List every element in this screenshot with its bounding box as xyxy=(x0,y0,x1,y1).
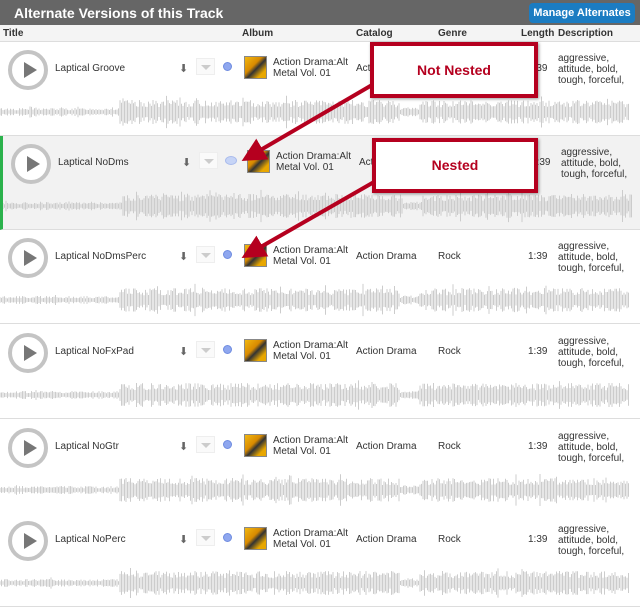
track-row[interactable]: Laptical NoFxPad ⬇ Action Drama:Alt Meta… xyxy=(0,325,640,419)
column-length[interactable]: Length xyxy=(521,28,554,39)
genre: Rock xyxy=(438,441,461,452)
version-indicator-icon[interactable] xyxy=(223,533,232,542)
description: aggressive, attitude, bold, tough, force… xyxy=(558,53,625,86)
callout-not-nested: Not Nested xyxy=(370,42,538,98)
track-row[interactable]: Laptical Groove ⬇ Action Drama:Alt Metal… xyxy=(0,42,640,136)
column-title[interactable]: Title xyxy=(3,28,23,39)
options-dropdown[interactable] xyxy=(196,341,215,358)
waveform[interactable] xyxy=(0,565,638,601)
panel-header: Alternate Versions of this Track Manage … xyxy=(0,0,640,25)
waveform[interactable] xyxy=(3,188,640,224)
track-length: 1:39 xyxy=(528,251,548,262)
track-length: 1:39 xyxy=(528,534,548,545)
catalog-name[interactable]: Action Drama xyxy=(356,251,417,262)
album-art xyxy=(244,527,267,550)
column-headers: Title Album Catalog Genre Length Descrip… xyxy=(0,25,640,42)
genre: Rock xyxy=(438,534,461,545)
track-title[interactable]: Laptical NoDms xyxy=(58,157,129,168)
options-dropdown[interactable] xyxy=(196,436,215,453)
options-dropdown[interactable] xyxy=(196,529,215,546)
column-album[interactable]: Album xyxy=(242,28,273,39)
track-length: 1:39 xyxy=(528,441,548,452)
download-icon[interactable]: ⬇ xyxy=(179,62,188,75)
version-indicator-icon[interactable] xyxy=(223,345,232,354)
download-icon[interactable]: ⬇ xyxy=(179,440,188,453)
version-indicator-icon[interactable] xyxy=(223,62,232,71)
album-art xyxy=(247,150,270,173)
album-name[interactable]: Action Drama:Alt Metal Vol. 01 xyxy=(273,528,355,550)
track-title[interactable]: Laptical NoFxPad xyxy=(55,346,134,357)
track-length: 1:39 xyxy=(528,346,548,357)
column-description[interactable]: Description xyxy=(558,28,613,39)
version-indicator-icon[interactable] xyxy=(223,440,232,449)
options-dropdown[interactable] xyxy=(196,58,215,75)
download-icon[interactable]: ⬇ xyxy=(182,156,191,169)
catalog-name[interactable]: Action Drama xyxy=(356,441,417,452)
manage-alternates-button[interactable]: Manage Alternates xyxy=(529,3,635,23)
track-title[interactable]: Laptical NoGtr xyxy=(55,441,119,452)
album-name[interactable]: Action Drama:Alt Metal Vol. 01 xyxy=(273,57,355,79)
nested-indicator-icon[interactable] xyxy=(225,156,237,165)
download-icon[interactable]: ⬇ xyxy=(179,533,188,546)
album-name[interactable]: Action Drama:Alt Metal Vol. 01 xyxy=(273,435,355,457)
description: aggressive, attitude, bold, tough, force… xyxy=(561,147,628,180)
description: aggressive, attitude, bold, tough, force… xyxy=(558,241,625,274)
track-row[interactable]: Laptical NoPerc ⬇ Action Drama:Alt Metal… xyxy=(0,513,640,607)
waveform[interactable] xyxy=(0,472,638,508)
panel-title: Alternate Versions of this Track xyxy=(14,5,224,21)
album-art xyxy=(244,339,267,362)
callout-nested: Nested xyxy=(372,138,538,193)
play-button[interactable] xyxy=(8,50,48,90)
download-icon[interactable]: ⬇ xyxy=(179,345,188,358)
column-catalog[interactable]: Catalog xyxy=(356,28,393,39)
track-title[interactable]: Laptical Groove xyxy=(55,63,125,74)
album-art xyxy=(244,434,267,457)
version-indicator-icon[interactable] xyxy=(223,250,232,259)
track-row[interactable]: Laptical NoDmsPerc ⬇ Action Drama:Alt Me… xyxy=(0,230,640,324)
play-button[interactable] xyxy=(8,521,48,561)
catalog-name[interactable]: Action Drama xyxy=(356,346,417,357)
album-art xyxy=(244,56,267,79)
genre: Rock xyxy=(438,346,461,357)
description: aggressive, attitude, bold, tough, force… xyxy=(558,336,625,369)
options-dropdown[interactable] xyxy=(199,152,218,169)
options-dropdown[interactable] xyxy=(196,246,215,263)
play-button[interactable] xyxy=(8,238,48,278)
track-title[interactable]: Laptical NoPerc xyxy=(55,534,126,545)
waveform[interactable] xyxy=(0,377,638,413)
track-row[interactable]: Laptical NoGtr ⬇ Action Drama:Alt Metal … xyxy=(0,420,640,514)
waveform[interactable] xyxy=(0,94,638,130)
column-genre[interactable]: Genre xyxy=(438,28,467,39)
play-button[interactable] xyxy=(8,333,48,373)
genre: Rock xyxy=(438,251,461,262)
album-name[interactable]: Action Drama:Alt Metal Vol. 01 xyxy=(273,245,355,267)
track-title[interactable]: Laptical NoDmsPerc xyxy=(55,251,146,262)
album-name[interactable]: Action Drama:Alt Metal Vol. 01 xyxy=(276,151,358,173)
album-name[interactable]: Action Drama:Alt Metal Vol. 01 xyxy=(273,340,355,362)
play-button[interactable] xyxy=(8,428,48,468)
album-art xyxy=(244,244,267,267)
catalog-name[interactable]: Action Drama xyxy=(356,534,417,545)
track-row[interactable]: Laptical NoDms ⬇ Action Drama:Alt Metal … xyxy=(0,136,640,230)
waveform[interactable] xyxy=(0,282,638,318)
download-icon[interactable]: ⬇ xyxy=(179,250,188,263)
description: aggressive, attitude, bold, tough, force… xyxy=(558,524,625,557)
play-button[interactable] xyxy=(11,144,51,184)
description: aggressive, attitude, bold, tough, force… xyxy=(558,431,625,464)
